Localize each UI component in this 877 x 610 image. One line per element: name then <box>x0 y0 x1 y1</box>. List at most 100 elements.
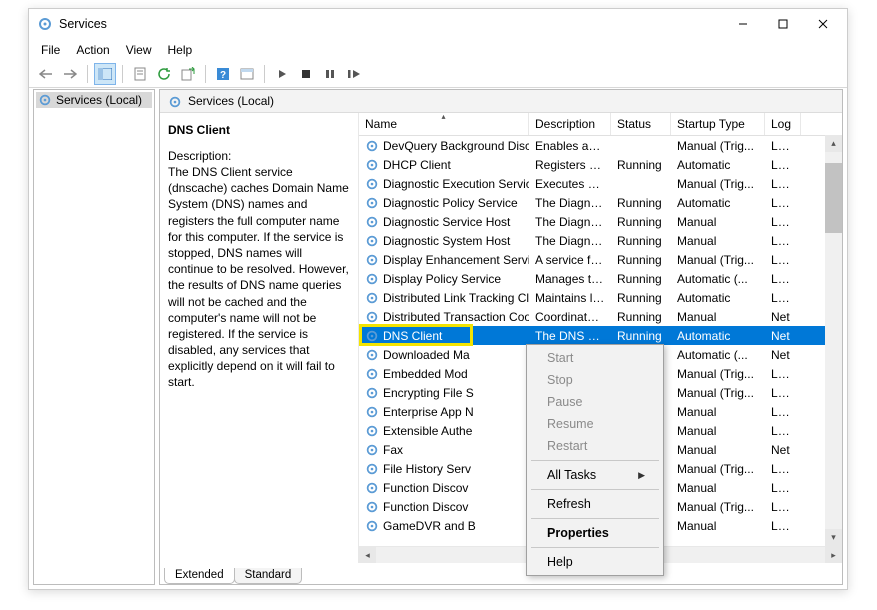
service-name-text: DevQuery Background Disc... <box>383 139 529 153</box>
column-header-startup[interactable]: Startup Type <box>671 113 765 135</box>
ctx-start[interactable]: Start <box>529 347 661 369</box>
ctx-restart[interactable]: Restart <box>529 435 661 457</box>
service-startup-cell: Automatic <box>671 329 765 343</box>
service-row[interactable]: Diagnostic Service HostThe Diagno...Runn… <box>359 212 842 231</box>
service-gear-icon <box>365 348 379 362</box>
properties-button[interactable] <box>129 63 151 85</box>
scroll-up-button[interactable]: ▴ <box>825 135 842 152</box>
services-tree-icon <box>38 93 52 107</box>
tree-pane[interactable]: Services (Local) <box>33 89 155 585</box>
separator <box>205 65 206 83</box>
menu-view[interactable]: View <box>120 41 158 59</box>
service-name-cell: Function Discov <box>359 500 529 514</box>
service-name-text: Diagnostic Policy Service <box>383 196 518 210</box>
service-logon-cell: Net <box>765 443 801 457</box>
forward-button[interactable] <box>59 63 81 85</box>
service-gear-icon <box>365 158 379 172</box>
toolbar: ? <box>29 60 847 88</box>
service-name-cell: Distributed Transaction Coo... <box>359 310 529 324</box>
service-row[interactable]: Display Policy ServiceManages th...Runni… <box>359 269 842 288</box>
service-gear-icon <box>365 519 379 533</box>
detail-title: DNS Client <box>168 123 350 137</box>
separator <box>87 65 88 83</box>
service-startup-cell: Manual <box>671 234 765 248</box>
panel-header-icon <box>168 94 182 108</box>
service-gear-icon <box>365 329 379 343</box>
service-row[interactable]: Distributed Link Tracking Cli...Maintain… <box>359 288 842 307</box>
service-logon-cell: Net <box>765 329 801 343</box>
service-row[interactable]: DHCP ClientRegisters an...RunningAutomat… <box>359 155 842 174</box>
scroll-left-button[interactable]: ◂ <box>359 547 376 564</box>
service-startup-cell: Manual (Trig... <box>671 500 765 514</box>
service-name-cell: Distributed Link Tracking Cli... <box>359 291 529 305</box>
service-desc-cell: The Diagno... <box>529 215 611 229</box>
close-button[interactable] <box>803 10 843 38</box>
service-row[interactable]: DevQuery Background Disc...Enables app..… <box>359 136 842 155</box>
service-row[interactable]: Diagnostic Execution ServiceExecutes di.… <box>359 174 842 193</box>
vertical-scrollbar[interactable]: ▴ ▾ <box>825 135 842 546</box>
back-button[interactable] <box>35 63 57 85</box>
service-name-text: Downloaded Ma <box>383 348 470 362</box>
console-button[interactable] <box>236 63 258 85</box>
service-logon-cell: Loca <box>765 481 801 495</box>
menu-file[interactable]: File <box>35 41 66 59</box>
service-logon-cell: Net <box>765 310 801 324</box>
service-logon-cell: Loca <box>765 386 801 400</box>
ctx-help[interactable]: Help <box>529 551 661 573</box>
refresh-button[interactable] <box>153 63 175 85</box>
service-startup-cell: Manual <box>671 310 765 324</box>
ctx-properties[interactable]: Properties <box>529 522 661 544</box>
service-row[interactable]: Distributed Transaction Coo...Coordinate… <box>359 307 842 326</box>
ctx-separator <box>531 518 659 519</box>
service-logon-cell: Loca <box>765 500 801 514</box>
view-tabs: Extended Standard <box>160 563 842 584</box>
stop-service-button[interactable] <box>295 63 317 85</box>
service-row[interactable]: DNS ClientThe DNS Cli...RunningAutomatic… <box>359 326 842 345</box>
column-header-logon[interactable]: Log <box>765 113 801 135</box>
show-hide-tree-button[interactable] <box>94 63 116 85</box>
tab-standard[interactable]: Standard <box>234 568 303 584</box>
menu-help[interactable]: Help <box>162 41 199 59</box>
scroll-thumb[interactable] <box>825 163 842 233</box>
maximize-button[interactable] <box>763 10 803 38</box>
help-button[interactable]: ? <box>212 63 234 85</box>
scroll-right-button[interactable]: ▸ <box>825 547 842 564</box>
service-name-text: Diagnostic Service Host <box>383 215 510 229</box>
service-logon-cell: Loca <box>765 519 801 533</box>
pause-service-button[interactable] <box>319 63 341 85</box>
service-gear-icon <box>365 139 379 153</box>
tab-extended[interactable]: Extended <box>164 568 235 584</box>
service-gear-icon <box>365 215 379 229</box>
service-gear-icon <box>365 462 379 476</box>
service-status-cell: Running <box>611 158 671 172</box>
ctx-refresh[interactable]: Refresh <box>529 493 661 515</box>
tree-node-services-local[interactable]: Services (Local) <box>36 92 152 108</box>
service-name-text: Diagnostic Execution Service <box>383 177 529 191</box>
service-status-cell: Running <box>611 329 671 343</box>
ctx-pause[interactable]: Pause <box>529 391 661 413</box>
service-gear-icon <box>365 367 379 381</box>
minimize-button[interactable] <box>723 10 763 38</box>
service-row[interactable]: Diagnostic Policy ServiceThe Diagno...Ru… <box>359 193 842 212</box>
start-service-button[interactable] <box>271 63 293 85</box>
ctx-resume[interactable]: Resume <box>529 413 661 435</box>
menu-action[interactable]: Action <box>70 41 115 59</box>
export-button[interactable] <box>177 63 199 85</box>
scroll-down-button[interactable]: ▾ <box>825 529 842 546</box>
service-startup-cell: Manual (Trig... <box>671 139 765 153</box>
service-gear-icon <box>365 234 379 248</box>
service-logon-cell: Loca <box>765 234 801 248</box>
column-header-name[interactable]: Name▴ <box>359 113 529 135</box>
ctx-all-tasks[interactable]: All Tasks▶ <box>529 464 661 486</box>
service-name-cell: Extensible Authe <box>359 424 529 438</box>
ctx-stop[interactable]: Stop <box>529 369 661 391</box>
service-logon-cell: Loca <box>765 462 801 476</box>
service-logon-cell: Loca <box>765 196 801 210</box>
restart-service-button[interactable] <box>343 63 365 85</box>
column-header-description[interactable]: Description <box>529 113 611 135</box>
column-header-status[interactable]: Status <box>611 113 671 135</box>
service-startup-cell: Manual (Trig... <box>671 462 765 476</box>
service-row[interactable]: Display Enhancement ServiceA service fo.… <box>359 250 842 269</box>
service-gear-icon <box>365 291 379 305</box>
service-row[interactable]: Diagnostic System HostThe Diagno...Runni… <box>359 231 842 250</box>
